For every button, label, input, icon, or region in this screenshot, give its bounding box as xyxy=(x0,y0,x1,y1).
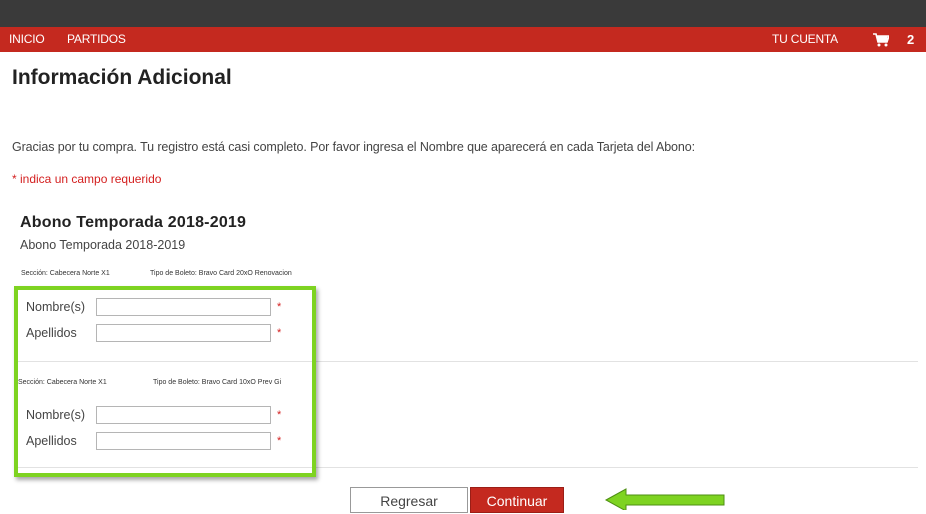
nav-inicio[interactable]: INICIO xyxy=(9,27,45,52)
arrow-left-icon xyxy=(604,488,725,510)
back-button[interactable]: Regresar xyxy=(350,487,468,513)
intro-text: Gracias por tu compra. Tu registro está … xyxy=(12,140,695,154)
main-navbar: INICIO PARTIDOS TU CUENTA 2 xyxy=(0,27,926,52)
shopping-cart-icon[interactable] xyxy=(873,33,889,47)
green-highlight-box xyxy=(14,286,316,477)
card-1-seccion: Sección: Cabecera Norte X1 xyxy=(21,270,110,277)
browser-top-strip xyxy=(0,0,926,27)
card-1-tipo: Tipo de Boleto: Bravo Card 20xO Renovaci… xyxy=(150,270,292,277)
nav-partidos[interactable]: PARTIDOS xyxy=(67,27,126,52)
required-note: * indica un campo requerido xyxy=(12,172,162,186)
product-title: Abono Temporada 2018-2019 xyxy=(20,214,247,231)
product-subtitle: Abono Temporada 2018-2019 xyxy=(20,238,186,252)
nav-tu-cuenta[interactable]: TU CUENTA xyxy=(772,27,838,52)
cart-count-badge[interactable]: 2 xyxy=(907,27,914,52)
page-title: Información Adicional xyxy=(12,66,232,89)
continue-button[interactable]: Continuar xyxy=(470,487,564,513)
